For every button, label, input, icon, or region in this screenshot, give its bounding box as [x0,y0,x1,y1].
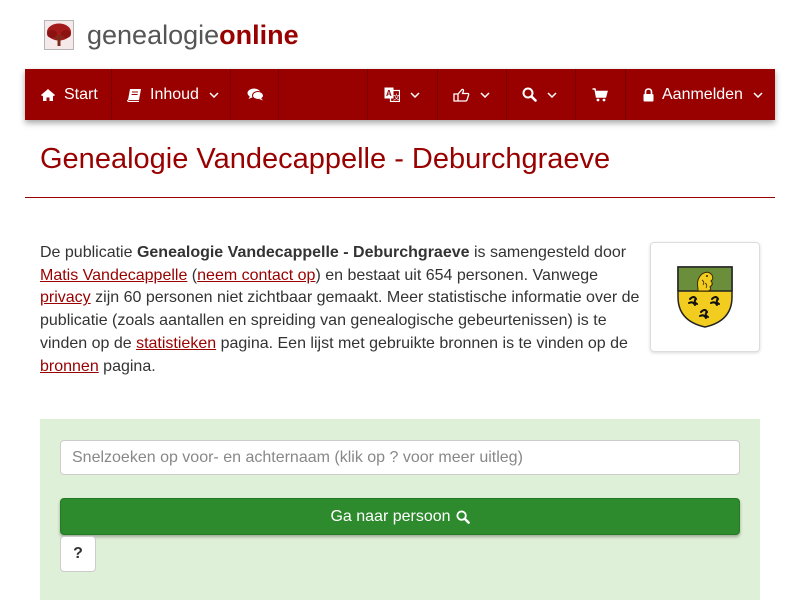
title-divider [25,197,775,198]
coat-of-arms-image [677,266,733,328]
intro-text: is samengesteld door [469,244,627,261]
coat-of-arms-thumbnail[interactable] [650,242,760,352]
chat-icon [247,88,264,101]
nav-inhoud-label: Inhoud [150,85,199,103]
brand-name-part2: online [219,20,299,50]
nav-login-label: Aanmelden [662,85,743,103]
quick-search-panel: Ga naar persoon ? [40,419,760,600]
intro-text: De publicatie [40,244,137,261]
nav-share[interactable] [438,69,507,120]
home-icon [40,88,56,102]
svg-text:A: A [386,89,392,98]
cart-icon [592,87,608,102]
nav-start-label: Start [64,85,98,103]
tree-logo-icon [44,20,74,50]
intro-text: ) en bestaat uit 654 personen. Vanwege [315,266,599,284]
nav-spacer [279,69,368,120]
nav-login[interactable]: Aanmelden [626,69,775,120]
author-link[interactable]: Matis Vandecappelle [40,267,187,284]
statistics-link[interactable]: statistieken [136,335,216,352]
book-icon [127,88,142,102]
nav-cart[interactable] [576,69,626,120]
nav-inhoud[interactable]: Inhoud [112,69,231,120]
publication-intro: De publicatie Genealogie Vandecappelle -… [40,242,640,378]
lock-icon [643,87,654,102]
contact-link[interactable]: neem contact op [197,267,315,284]
go-to-person-button[interactable]: Ga naar persoon [60,498,740,535]
brand-name-part1: genealogie [87,20,220,50]
nav-language[interactable]: A文 [368,69,438,120]
publication-name: Genealogie Vandecappelle - Deburchgraeve [136,244,470,261]
chevron-down-icon [753,91,763,98]
nav-forum[interactable] [231,69,279,120]
chevron-down-icon [480,91,490,98]
share-icon [453,88,470,102]
chevron-down-icon [209,91,219,98]
go-to-person-label: Ga naar persoon [330,507,451,525]
chevron-down-icon [410,91,420,98]
intro-text: pagina. Een lijst met gebruikte bronnen … [216,334,628,352]
intro-text: pagina. [98,357,156,375]
page-title: Genealogie Vandecappelle - Deburchgraeve [40,143,611,175]
main-navbar: Start Inhoud A文 Aanmelden [25,69,775,120]
quick-search-input[interactable] [60,440,740,475]
language-icon: A文 [384,87,400,102]
svg-text:文: 文 [393,93,400,102]
search-icon [455,509,470,524]
nav-search[interactable] [507,69,576,120]
search-help-button[interactable]: ? [60,536,96,572]
privacy-link[interactable]: privacy [40,289,91,306]
search-icon [522,87,537,102]
brand-name: genealogieonline [87,19,299,51]
site-brand[interactable]: genealogieonline [44,18,299,52]
nav-start[interactable]: Start [25,69,112,120]
intro-text: ( [187,266,198,284]
chevron-down-icon [547,91,557,98]
sources-link[interactable]: bronnen [40,358,99,375]
